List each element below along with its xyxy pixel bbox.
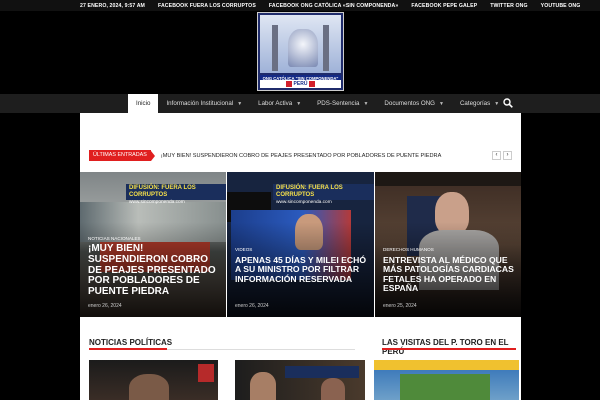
topbar-link-pepe-galep[interactable]: FACEBOOK PEPE GALEP <box>411 3 477 9</box>
chevron-down-icon: ▼ <box>237 100 243 107</box>
section-title[interactable]: NOTICIAS POLÍTICAS <box>89 338 172 347</box>
ticker-label-arrow <box>150 150 155 161</box>
ticker-label: ÚLTIMAS ENTRADAS <box>89 150 151 161</box>
nav-item-pds-sentencia[interactable]: PDS-Sentencia ▼ <box>309 94 376 113</box>
section-underline <box>89 348 167 350</box>
chevron-down-icon: ▼ <box>438 100 444 107</box>
card-date: enero 26, 2024 <box>235 303 269 309</box>
thumbnail-banner <box>285 366 359 378</box>
topbar-link-youtube[interactable]: YOUTUBE ONG <box>541 3 581 9</box>
card-category[interactable]: DERECHOS HUMANOS <box>383 247 434 252</box>
section-title[interactable]: LAS VISITAS DEL P. TORO EN EL PERÚ <box>382 338 508 356</box>
topbar-link-twitter[interactable]: TWITTER ONG <box>490 3 527 9</box>
card-title[interactable]: APENAS 45 DÍAS Y MILEI ECHÓ A SU MINISTR… <box>235 255 368 284</box>
nav-label: Documentos ONG <box>384 100 435 107</box>
card-category[interactable]: NOTICIAS NACIONALES <box>88 236 141 241</box>
banner-text: DIFUSIÓN: FUERA LOS CORRUPTOS <box>276 185 343 198</box>
logo-country: PERÚ <box>293 81 308 87</box>
featured-card[interactable]: DERECHOS HUMANOS ENTREVISTA AL MÉDICO QU… <box>375 172 521 317</box>
post-thumbnail[interactable] <box>89 360 218 400</box>
nav-item-categorias[interactable]: Categorías ▼ <box>452 94 507 113</box>
topbar-link-ong-catolica[interactable]: FACEBOOK ONG CATÓLICA «SIN COMPONENDA» <box>269 3 398 9</box>
card-title[interactable]: ¡MUY BIEN! SUSPENDIERON COBRO DE PEAJES … <box>88 243 220 298</box>
card-photo <box>375 172 521 186</box>
current-date: 27 ENERO, 2024, 9:57 AM <box>80 2 145 9</box>
nav-label: Categorías <box>459 100 491 107</box>
nav-item-documentos-ong[interactable]: Documentos ONG ▼ <box>376 94 452 113</box>
chevron-right-icon[interactable]: › <box>503 151 512 160</box>
nav-label: Labor Activa <box>258 100 293 107</box>
thumbnail-photo <box>400 374 490 400</box>
thumbnail-person <box>250 372 276 400</box>
ticker-arrows: ‹ › <box>492 151 512 160</box>
main-nav: Inicio Información Institucional ▼ Labor … <box>0 94 600 113</box>
card-date: enero 26, 2024 <box>88 303 122 309</box>
search-icon[interactable] <box>503 98 513 108</box>
thumbnail-badge <box>198 364 214 382</box>
nav-item-informacion-institucional[interactable]: Información Institucional ▼ <box>158 94 250 113</box>
nav-label: Información Institucional <box>166 100 234 107</box>
card-date: enero 25, 2024 <box>383 303 417 309</box>
logo-pillar <box>323 25 329 71</box>
logo-emblem <box>260 15 341 73</box>
site-logo[interactable]: ONG CATÓLICA "SIN COMPONENDA" PERÚ <box>257 12 344 91</box>
latest-entries-ticker: ÚLTIMAS ENTRADAS ¡MUY BIEN! SUSPENDIERON… <box>89 150 512 161</box>
flag-stripe-icon <box>309 81 316 87</box>
chevron-left-icon[interactable]: ‹ <box>492 151 501 160</box>
ticker-headline-link[interactable]: ¡MUY BIEN! SUSPENDIERON COBRO DE PEAJES … <box>161 153 441 159</box>
top-bar: 27 ENERO, 2024, 9:57 AM FACEBOOK FUERA L… <box>0 0 600 11</box>
chevron-down-icon: ▼ <box>494 100 500 107</box>
card-category[interactable]: VIDEOS <box>235 247 252 252</box>
nav-item-inicio[interactable]: Inicio <box>128 94 159 113</box>
section-underline <box>382 348 516 350</box>
thumbnail-person <box>321 378 345 400</box>
thumbnail-banner <box>374 360 519 370</box>
main-content: ÚLTIMAS ENTRADAS ¡MUY BIEN! SUSPENDIERON… <box>80 113 521 400</box>
nav-label: Inicio <box>136 100 151 107</box>
thumbnail-person <box>129 374 169 400</box>
nav-item-labor-activa[interactable]: Labor Activa ▼ <box>250 94 309 113</box>
nav-label: PDS-Sentencia <box>317 100 360 107</box>
banner-url: www.sincomponenda.com <box>129 200 185 205</box>
card-banner: DIFUSIÓN: FUERA LOS CORRUPTOS www.sincomp… <box>273 184 374 205</box>
featured-card[interactable]: DIFUSIÓN: FUERA LOS CORRUPTOS www.sincomp… <box>227 172 374 317</box>
section-heading-visitas: LAS VISITAS DEL P. TORO EN EL PERÚ <box>382 338 516 356</box>
site-header: ONG CATÓLICA "SIN COMPONENDA" PERÚ <box>0 11 600 94</box>
banner-text: DIFUSIÓN: FUERA LOS CORRUPTOS <box>129 185 196 198</box>
card-title[interactable]: ENTREVISTA AL MÉDICO QUE MÁS PATOLOGÍAS … <box>383 255 515 293</box>
flag-stripe-icon <box>285 81 292 87</box>
section-heading-politicas: NOTICIAS POLÍTICAS <box>89 338 355 350</box>
featured-card[interactable]: DIFUSIÓN: FUERA LOS CORRUPTOS www.sincomp… <box>80 172 226 317</box>
post-thumbnail[interactable] <box>235 360 365 400</box>
banner-url: www.sincomponenda.com <box>276 200 332 205</box>
post-thumbnail[interactable] <box>374 360 519 400</box>
chevron-down-icon: ▼ <box>296 100 302 107</box>
chevron-down-icon: ▼ <box>363 100 369 107</box>
logo-pillar <box>272 25 278 71</box>
logo-flag: PERÚ <box>260 80 341 88</box>
card-banner: DIFUSIÓN: FUERA LOS CORRUPTOS www.sincomp… <box>126 184 226 205</box>
topbar-link-fuera-corruptos[interactable]: FACEBOOK FUERA LOS CORRUPTOS <box>158 3 256 9</box>
praying-hands-icon <box>288 29 318 67</box>
featured-posts: DIFUSIÓN: FUERA LOS CORRUPTOS www.sincomp… <box>80 172 521 317</box>
